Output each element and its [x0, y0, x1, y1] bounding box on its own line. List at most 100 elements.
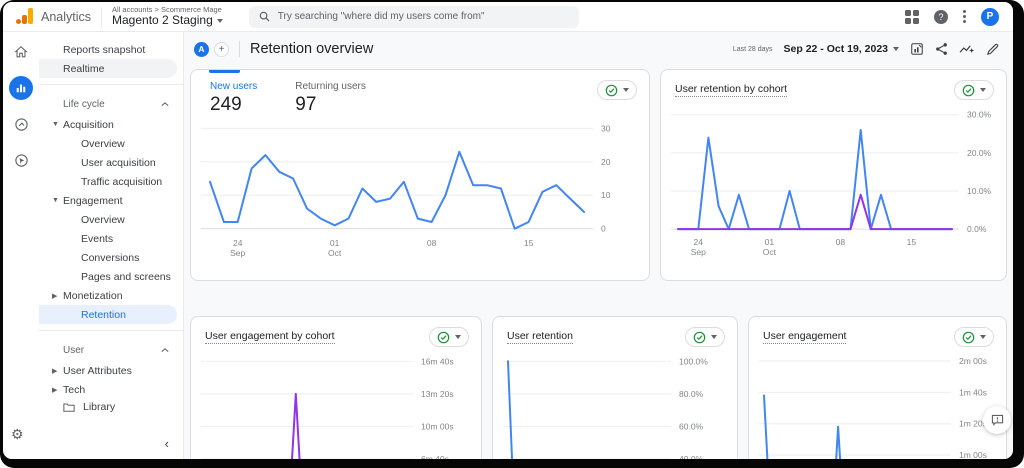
- card-title[interactable]: User engagement by cohort: [205, 330, 335, 344]
- tree-arrow-icon[interactable]: ▼: [52, 121, 63, 128]
- advertising-icon[interactable]: [9, 148, 33, 172]
- analytics-logo[interactable]: Analytics: [3, 8, 99, 25]
- svg-text:15: 15: [907, 237, 917, 247]
- card-title[interactable]: User retention: [507, 330, 573, 344]
- data-quality-dropdown[interactable]: [954, 80, 994, 100]
- sidebar-item-user-attributes[interactable]: ▶ User Attributes: [39, 361, 183, 380]
- card-title[interactable]: User retention by cohort: [675, 83, 788, 97]
- analytics-logo-icon: [16, 8, 34, 25]
- svg-text:Oct: Oct: [328, 248, 342, 258]
- sidebar-section-user[interactable]: User: [39, 339, 183, 361]
- more-options-icon[interactable]: [963, 10, 966, 23]
- sidebar-item-traffic-acquisition[interactable]: Traffic acquisition: [39, 172, 183, 191]
- sidebar-item-monetization[interactable]: ▶ Monetization: [39, 286, 183, 305]
- user-engagement-cohort-chart: 3m 20s6m 40s10m 00s13m 20s16m 40s: [201, 354, 481, 459]
- sidebar-item-user-acquisition[interactable]: User acquisition: [39, 153, 183, 172]
- feedback-button[interactable]: [983, 406, 1011, 434]
- tab-new-users[interactable]: New users 249: [210, 81, 257, 116]
- data-quality-dropdown[interactable]: [429, 327, 469, 347]
- tree-arrow-icon[interactable]: ▶: [52, 292, 63, 300]
- user-engagement-chart: 0m 40s1m 00s1m 20s1m 40s2m 00s: [759, 354, 1006, 459]
- tree-arrow-icon[interactable]: ▶: [52, 386, 63, 394]
- insights-icon[interactable]: [959, 42, 975, 56]
- svg-text:6m 40s: 6m 40s: [421, 454, 449, 459]
- help-icon[interactable]: ?: [934, 9, 948, 24]
- check-circle-icon: [693, 331, 706, 343]
- home-icon[interactable]: [9, 40, 33, 64]
- dropdown-caret-icon: [980, 335, 986, 339]
- tree-arrow-icon[interactable]: ▶: [52, 367, 63, 375]
- search-placeholder: Try searching "where did my users come f…: [277, 11, 485, 22]
- card-title[interactable]: User engagement: [763, 330, 847, 344]
- sidebar-item-overview[interactable]: Overview: [39, 134, 183, 153]
- sidebar-item-conversions[interactable]: Conversions: [39, 248, 183, 267]
- sidebar-item-reports-snapshot[interactable]: Reports snapshot: [39, 40, 183, 59]
- svg-text:Sep: Sep: [230, 248, 245, 258]
- svg-text:20.0%: 20.0%: [967, 148, 992, 158]
- add-comparison-button[interactable]: +: [214, 41, 229, 57]
- sidebar-item-library[interactable]: Library: [39, 401, 115, 413]
- user-engagement-by-cohort-card: User engagement by cohort 3m 20s6m 40s10…: [190, 316, 482, 459]
- reports-icon[interactable]: [9, 76, 33, 100]
- user-retention-card: User retention 20.0%40.0%60.0%80.0%100.0…: [492, 316, 738, 459]
- sidebar-section-life-cycle[interactable]: Life cycle: [39, 93, 183, 115]
- sidebar-item-realtime[interactable]: Realtime: [39, 59, 177, 78]
- svg-text:1m 40s: 1m 40s: [959, 387, 987, 397]
- sidebar-item-events[interactable]: Events: [39, 229, 183, 248]
- apps-grid-icon[interactable]: [905, 9, 919, 24]
- svg-text:30: 30: [601, 125, 611, 133]
- explore-icon[interactable]: [9, 112, 33, 136]
- dropdown-caret-icon: [455, 335, 461, 339]
- report-builder-icon[interactable]: [910, 42, 924, 56]
- svg-text:01: 01: [765, 237, 775, 247]
- new-users-label: New users: [210, 81, 258, 92]
- svg-text:01: 01: [330, 238, 340, 248]
- svg-text:Oct: Oct: [763, 247, 777, 257]
- icon-rail: ⚙: [3, 32, 39, 459]
- data-quality-dropdown[interactable]: [597, 80, 637, 100]
- sidebar-item-retention[interactable]: Retention: [39, 305, 177, 324]
- date-range-selector[interactable]: Sep 22 - Oct 19, 2023: [784, 43, 899, 55]
- property-name: Magento 2 Staging: [112, 13, 213, 28]
- svg-text:10m 00s: 10m 00s: [421, 421, 454, 431]
- svg-text:80.0%: 80.0%: [679, 389, 704, 399]
- app-window: Analytics All accounts > Scommerce Mage …: [0, 0, 1024, 468]
- sidebar-item-overview[interactable]: Overview: [39, 210, 183, 229]
- top-bar: Analytics All accounts > Scommerce Mage …: [3, 2, 1013, 32]
- check-circle-icon: [437, 331, 450, 343]
- search-input[interactable]: Try searching "where did my users come f…: [248, 5, 579, 28]
- share-icon[interactable]: [935, 42, 948, 56]
- sidebar-item-engagement[interactable]: ▼ Engagement: [39, 191, 183, 210]
- sidebar-item-pages-and-screens[interactable]: Pages and screens: [39, 267, 183, 286]
- main-content: A + Retention overview Last 28 days Sep …: [184, 32, 1013, 459]
- svg-text:0: 0: [601, 224, 606, 234]
- svg-text:20: 20: [601, 157, 611, 167]
- chevron-down-icon: [893, 47, 899, 51]
- svg-text:08: 08: [427, 238, 437, 248]
- svg-text:08: 08: [836, 237, 846, 247]
- search-icon: [259, 11, 270, 22]
- user-retention-cohort-chart: 0.0% 10.0% 20.0% 30.0% 24 Sep 01 Oct 08 15: [671, 109, 1006, 261]
- data-quality-dropdown[interactable]: [954, 327, 994, 347]
- tree-arrow-icon[interactable]: ▼: [52, 197, 63, 204]
- page-header: A + Retention overview Last 28 days Sep …: [184, 32, 1013, 66]
- sidebar-item-acquisition[interactable]: ▼ Acquisition: [39, 115, 183, 134]
- account-switcher[interactable]: All accounts > Scommerce Mage Magento 2 …: [112, 5, 223, 28]
- edit-pencil-icon[interactable]: [986, 43, 999, 56]
- topbar-divider: [101, 6, 102, 27]
- user-retention-by-cohort-card: User retention by cohort 0.0% 10.0% 20.0% 3…: [660, 69, 1007, 281]
- svg-text:40.0%: 40.0%: [679, 454, 704, 459]
- svg-text:60.0%: 60.0%: [679, 421, 704, 431]
- feedback-icon: [991, 414, 1003, 426]
- comparison-badge[interactable]: A: [194, 41, 209, 57]
- collapse-sidebar-icon[interactable]: ‹: [165, 436, 169, 451]
- check-circle-icon: [605, 84, 618, 96]
- folder-icon: [63, 403, 75, 412]
- svg-text:24: 24: [233, 238, 243, 248]
- tab-returning-users[interactable]: Returning users 97: [295, 81, 366, 116]
- svg-text:13m 20s: 13m 20s: [421, 389, 454, 399]
- sidebar-item-tech[interactable]: ▶ Tech: [39, 380, 183, 399]
- data-quality-dropdown[interactable]: [685, 327, 725, 347]
- avatar[interactable]: P: [981, 7, 999, 26]
- settings-gear-icon[interactable]: ⚙: [11, 426, 24, 443]
